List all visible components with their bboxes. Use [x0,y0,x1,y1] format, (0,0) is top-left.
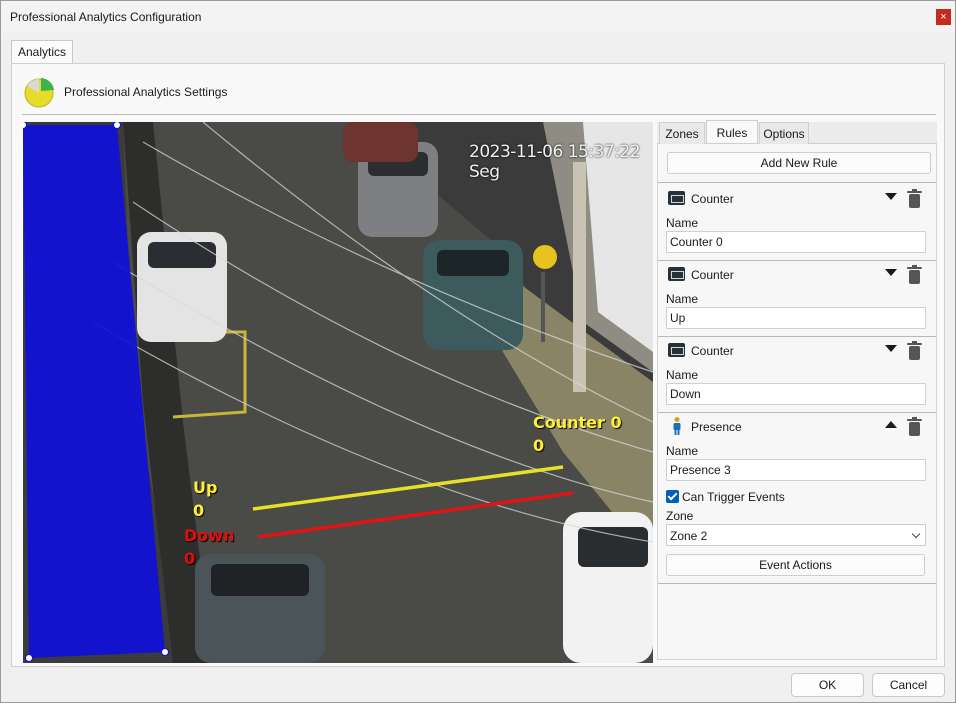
rule-divider [658,336,936,337]
camera-scene [23,122,653,663]
tab-rules[interactable]: Rules [706,120,758,143]
rule-header[interactable]: Counter [666,340,928,360]
trigger-events-label: Can Trigger Events [682,490,785,504]
rule-divider [658,260,936,261]
cancel-button[interactable]: Cancel [872,673,945,697]
counter0-overlay-label: Counter 0 [533,413,622,432]
chevron-down-icon [911,529,921,539]
header-divider [22,114,936,115]
rule-name-input[interactable]: Presence 3 [666,459,926,481]
window-title: Professional Analytics Configuration [10,10,202,24]
event-actions-button[interactable]: Event Actions [666,554,925,576]
zone-select[interactable]: Zone 2 [666,524,926,546]
list-divider [658,182,936,183]
expand-toggle-icon[interactable] [885,269,897,276]
down-overlay-value: 0 [184,549,196,568]
sidebar-tabs: Zones Rules Options [657,120,937,144]
name-label: Name [666,444,699,458]
zone-select-value: Zone 2 [670,529,708,543]
rule-type: Counter [691,268,734,282]
ok-button[interactable]: OK [791,673,864,697]
counter-icon [668,343,685,357]
rule-name-input[interactable]: Counter 0 [666,231,926,253]
tab-zones[interactable]: Zones [659,122,705,144]
counter-icon [668,191,685,205]
rule-divider [658,583,936,584]
trash-icon[interactable] [907,265,922,284]
config-window: Professional Analytics Configuration × A… [0,0,956,703]
trash-icon[interactable] [907,189,922,208]
analytics-panel: Professional Analytics Settings 2023-11-… [11,63,945,667]
up-overlay-value: 0 [193,501,205,520]
counter-icon [668,267,685,281]
rule-type: Counter [691,192,734,206]
name-label: Name [666,368,699,382]
trigger-events-checkbox[interactable] [666,490,679,503]
settings-title: Professional Analytics Settings [64,85,228,99]
rule-header[interactable]: Presence [666,416,928,436]
tab-analytics[interactable]: Analytics [11,40,73,64]
timestamp-overlay: 2023-11-06 15:37:22 Seg [469,142,641,182]
add-new-rule-button[interactable]: Add New Rule [667,152,931,174]
rules-sidebar: Zones Rules Options Add New Rule Counter… [657,120,937,660]
camera-view[interactable]: 2023-11-06 15:37:22 Seg Counter 0 0 Up 0… [23,122,653,663]
rule-type: Counter [691,344,734,358]
zone-label: Zone [666,509,694,523]
collapse-toggle-icon[interactable] [885,421,897,428]
title-bar: Professional Analytics Configuration × [1,1,955,33]
rule-divider [658,412,936,413]
trash-icon[interactable] [907,341,922,360]
rule-type: Presence [691,420,742,434]
pie-chart-icon [24,77,54,107]
rule-name-input[interactable]: Down [666,383,926,405]
settings-header: Professional Analytics Settings [24,76,227,108]
name-label: Name [666,292,699,306]
rule-header[interactable]: Counter [666,188,928,208]
tab-options[interactable]: Options [759,122,809,144]
expand-toggle-icon[interactable] [885,193,897,200]
down-overlay-label: Down [184,526,235,545]
rule-header[interactable]: Counter [666,264,928,284]
utility-pole [573,162,586,392]
expand-toggle-icon[interactable] [885,345,897,352]
up-overlay-label: Up [193,478,218,497]
rule-name-input[interactable]: Up [666,307,926,329]
name-label: Name [666,216,699,230]
rules-list: Add New Rule Counter Name Counter 0 Coun… [657,144,937,660]
person-icon [673,417,681,435]
trash-icon[interactable] [907,417,922,436]
close-button[interactable]: × [936,9,951,25]
counter0-overlay-value: 0 [533,436,545,455]
